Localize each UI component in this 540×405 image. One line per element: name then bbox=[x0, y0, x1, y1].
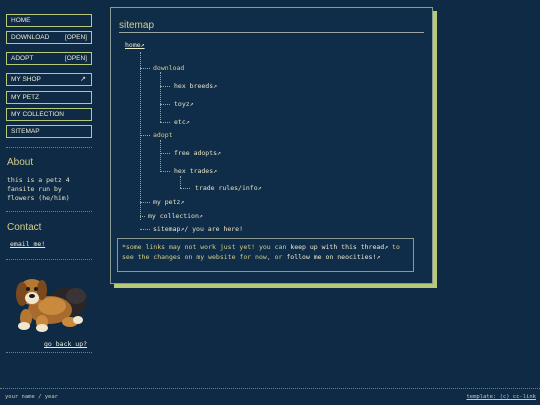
external-link-icon: ↗ bbox=[376, 253, 381, 261]
thread-link[interactable]: keep up with this thread bbox=[290, 243, 384, 251]
go-back-link[interactable]: go back up? bbox=[44, 340, 87, 349]
about-text: this is a petz 4 fansite run by flowers … bbox=[7, 176, 70, 202]
tree-line bbox=[160, 122, 170, 123]
tree-line bbox=[140, 229, 150, 230]
nav-my-petz-label: MY PETZ bbox=[11, 94, 40, 101]
tree-line bbox=[140, 202, 150, 203]
nav-my-petz[interactable]: MY PETZ bbox=[6, 91, 92, 104]
tree-line bbox=[140, 216, 145, 217]
tree-line bbox=[180, 188, 190, 189]
tree-line bbox=[160, 72, 161, 122]
nav-download[interactable]: DOWNLOAD [OPEN] bbox=[6, 31, 92, 44]
nav-my-shop-label: MY SHOP bbox=[11, 76, 41, 83]
divider bbox=[6, 211, 92, 212]
external-link-icon: ↗ bbox=[80, 76, 86, 83]
template-credit-link[interactable]: template: (c) cc-link bbox=[466, 394, 536, 400]
divider bbox=[6, 147, 92, 148]
nav-sitemap-label: SITEMAP bbox=[11, 128, 40, 135]
sitemap-home-link[interactable]: home↗ bbox=[125, 41, 145, 49]
tree-line bbox=[160, 104, 170, 105]
dog-sprite-image bbox=[16, 279, 87, 332]
sitemap-my-petz-link[interactable]: my petz↗ bbox=[153, 198, 184, 206]
sitemap-self-link[interactable]: sitemap↗ bbox=[153, 225, 184, 233]
nav-adopt-label: ADOPT bbox=[11, 55, 34, 62]
title-underline bbox=[119, 32, 424, 33]
footer-credit: your name / year bbox=[5, 394, 58, 400]
tree-line bbox=[160, 140, 161, 172]
tree-line bbox=[140, 135, 150, 136]
tree-line bbox=[140, 52, 141, 220]
nav-adopt-state: [OPEN] bbox=[64, 55, 87, 62]
nav-sitemap[interactable]: SITEMAP bbox=[6, 125, 92, 138]
sitemap-hex-breeds-link[interactable]: hex breeds↗ bbox=[174, 82, 217, 90]
you-are-here-label: / you are here! bbox=[184, 225, 244, 233]
follow-neocities-link[interactable]: follow me on neocities! bbox=[286, 253, 376, 261]
nav-my-collection[interactable]: MY COLLECTION bbox=[6, 108, 92, 121]
sitemap-trade-rules-link[interactable]: trade rules/info↗ bbox=[195, 184, 262, 192]
sitemap-download-heading: download bbox=[153, 64, 185, 72]
contact-heading: Contact bbox=[7, 222, 42, 233]
nav-download-label: DOWNLOAD bbox=[11, 34, 50, 41]
notice-box: *some links may not work just yet! you c… bbox=[117, 238, 414, 272]
sitemap-toyz-link[interactable]: toyz↗ bbox=[174, 100, 194, 108]
nav-my-collection-label: MY COLLECTION bbox=[11, 111, 64, 118]
divider bbox=[6, 259, 92, 260]
nav-download-state: [OPEN] bbox=[64, 34, 87, 41]
nav-home-label: HOME bbox=[11, 17, 31, 24]
sitemap-etc-link[interactable]: etc↗ bbox=[174, 118, 190, 126]
tree-line bbox=[140, 68, 150, 69]
tree-line bbox=[160, 153, 170, 154]
nav-my-shop[interactable]: MY SHOP ↗ bbox=[6, 73, 92, 86]
sitemap-current-page: sitemap↗/ you are here! bbox=[153, 225, 243, 233]
notice-text: *some links may not work just yet! you c… bbox=[122, 243, 291, 251]
nav-home[interactable]: HOME bbox=[6, 14, 92, 27]
about-heading: About bbox=[7, 157, 34, 168]
sitemap-free-adopts-link[interactable]: free adopts↗ bbox=[174, 149, 221, 157]
divider bbox=[6, 352, 92, 353]
tree-line bbox=[160, 171, 170, 172]
email-link[interactable]: email me! bbox=[10, 240, 45, 249]
tree-line bbox=[180, 176, 181, 188]
tree-line bbox=[160, 86, 170, 87]
sitemap-hex-trades-link[interactable]: hex trades↗ bbox=[174, 167, 217, 175]
sitemap-my-collection-link[interactable]: my collection↗ bbox=[148, 212, 203, 220]
footer-divider bbox=[0, 388, 540, 389]
sitemap-adopt-heading: adopt bbox=[153, 131, 173, 139]
nav-adopt[interactable]: ADOPT [OPEN] bbox=[6, 52, 92, 65]
sitemap-title: sitemap bbox=[119, 20, 155, 31]
